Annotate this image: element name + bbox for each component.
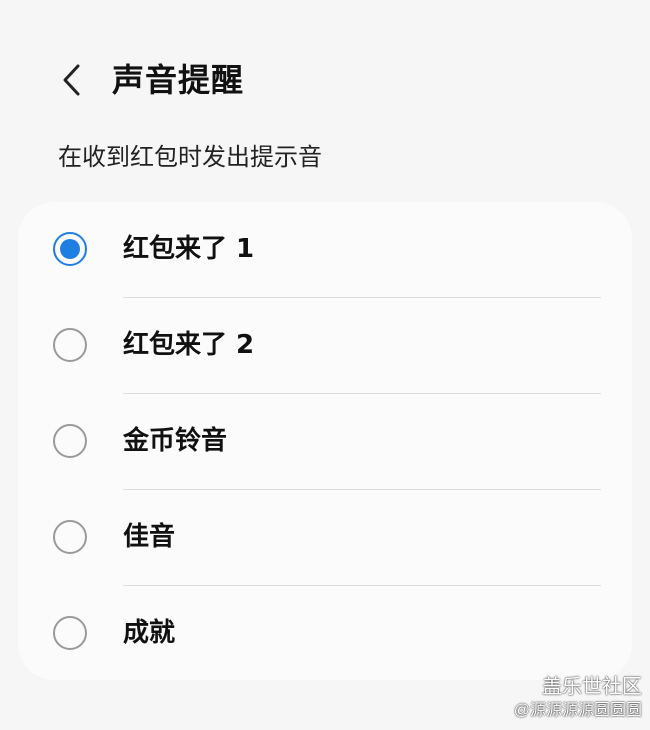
option-label: 金币铃音 bbox=[123, 426, 228, 456]
option-row-2[interactable]: 红包来了 2 bbox=[18, 298, 632, 394]
chevron-left-icon bbox=[63, 64, 80, 96]
page-title: 声音提醒 bbox=[112, 61, 245, 99]
option-label: 成就 bbox=[123, 618, 176, 648]
option-row-4[interactable]: 佳音 bbox=[18, 490, 632, 586]
radio-button[interactable] bbox=[53, 328, 87, 362]
watermark-community: 盖乐世社区 bbox=[542, 676, 642, 698]
option-label: 佳音 bbox=[123, 522, 176, 552]
radio-button[interactable] bbox=[53, 424, 87, 458]
back-button[interactable] bbox=[48, 56, 96, 104]
radio-button[interactable] bbox=[53, 616, 87, 650]
radio-button[interactable] bbox=[53, 520, 87, 554]
option-row-1[interactable]: 红包来了 1 bbox=[18, 202, 632, 298]
description-text: 在收到红包时发出提示音 bbox=[58, 143, 322, 171]
option-row-3[interactable]: 金币铃音 bbox=[18, 394, 632, 490]
options-card: 红包来了 1 红包来了 2 金币铃音 佳音 成就 bbox=[18, 202, 632, 680]
header: 声音提醒 bbox=[0, 48, 650, 120]
option-label: 红包来了 2 bbox=[123, 330, 255, 360]
option-label: 红包来了 1 bbox=[123, 234, 255, 264]
option-row-5[interactable]: 成就 bbox=[18, 586, 632, 682]
radio-button-selected[interactable] bbox=[53, 232, 87, 266]
watermark-username: @源源源源圆圆圆 bbox=[513, 702, 642, 719]
